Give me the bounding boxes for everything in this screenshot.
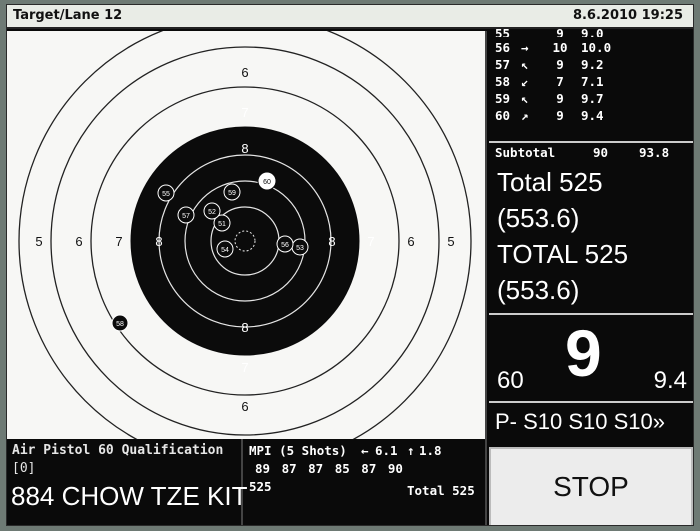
svg-text:60: 60: [263, 179, 271, 186]
score-panel: 55 9 9.0 56 → 10 10.0 57 ↖ 9 9.2 58 ↙ 7 7.1 59 ↖ 9 9.7…: [489, 26, 693, 439]
series-indicator[interactable]: P- S10 S10 S10»: [495, 409, 665, 435]
shot-row: 56 → 10 10.0: [495, 40, 612, 55]
shot-hole-54: 54: [216, 240, 234, 258]
target-graphic: 6 6 5 5 6 6 7 7 7 7 8 8 8 8 51 52 53 54 …: [18, 31, 472, 439]
svg-text:56: 56: [281, 242, 289, 249]
svg-text:54: 54: [221, 247, 229, 254]
divider: [489, 401, 693, 403]
shooter-name: 884 CHOW TZE KIT: [11, 481, 248, 511]
lane-title: Target/Lane 12: [13, 8, 123, 23]
shot-hole-60-latest: 60: [257, 171, 277, 191]
total-decimal-2: (553.6): [497, 275, 580, 305]
total-line-2: TOTAL 525: [497, 239, 629, 269]
mpi-total: Total 525: [407, 483, 475, 498]
mpi-info: MPI (5 Shots) ← 6.1 ↑ 1.8 89 87 87 85 87…: [243, 439, 487, 525]
subtotal-dec: 93.8: [639, 145, 670, 160]
shot-hole-53: 53: [291, 238, 309, 256]
direction-arrow-icon: ↖: [521, 57, 529, 72]
ring-label-7-top: 7: [241, 105, 248, 120]
shot-list: 55 9 9.0 56 → 10 10.0 57 ↖ 9 9.2 58 ↙ 7 7.1 59 ↖ 9 9.7…: [495, 26, 691, 124]
direction-arrow-icon: ↙: [521, 74, 529, 89]
shot-hole-59: 59: [223, 183, 241, 201]
shot-row: 59 ↖ 9 9.7: [495, 91, 604, 106]
mpi-y-value: 1.8: [419, 443, 442, 458]
ring-label-8-right: 8: [328, 234, 335, 249]
current-shot-score: 9: [565, 316, 602, 390]
match-info: Air Pistol 60 Qualification [0] 884 CHOW…: [7, 439, 247, 525]
svg-text:59: 59: [228, 190, 236, 197]
shot-hole-57: 57: [177, 206, 195, 224]
ring-label-7-bottom: 7: [241, 360, 248, 375]
shot-hole-55: 55: [157, 184, 175, 202]
direction-arrow-icon: ↗: [521, 108, 529, 123]
mpi-x-value: 6.1: [375, 443, 398, 458]
mpi-label: MPI (5 Shots): [249, 443, 347, 458]
shot-row: 57 ↖ 9 9.2: [495, 57, 604, 72]
subtotal-label: Subtotal: [495, 145, 556, 160]
total-line-1: Total 525: [497, 167, 603, 197]
ring-label-8-bottom: 8: [241, 320, 248, 335]
svg-text:53: 53: [296, 245, 304, 252]
mpi-x-arrow-icon: ←: [361, 443, 369, 458]
ring-label-6-bottom: 6: [241, 399, 248, 414]
shot-hole-58: 58: [111, 314, 129, 332]
direction-arrow-icon: ↖: [521, 91, 529, 106]
current-shot-number: 60: [497, 367, 524, 394]
date-time: 8.6.2010 19:25: [572, 8, 683, 23]
svg-text:52: 52: [208, 209, 216, 216]
shot-row: 60 ↗ 9 9.4: [495, 108, 604, 123]
match-name: Air Pistol 60 Qualification: [12, 443, 224, 458]
ring-label-5-left: 5: [35, 234, 42, 249]
shot-row-partial: 55 9 9.0: [495, 26, 604, 37]
svg-text:58: 58: [116, 321, 124, 328]
target-view[interactable]: 6 6 5 5 6 6 7 7 7 7 8 8 8 8 51 52 53 54 …: [7, 31, 487, 439]
mpi-y-arrow-icon: ↑: [407, 443, 415, 458]
shot-hole-52: 52: [203, 202, 221, 220]
ring-label-7-left: 7: [115, 234, 122, 249]
ring-label-8-top: 8: [241, 141, 248, 156]
ring-label-5-right: 5: [447, 234, 454, 249]
svg-text:57: 57: [182, 213, 190, 220]
series-scores: 89 87 87 85 87 90: [255, 461, 403, 476]
ring-label-6-left: 6: [75, 234, 82, 249]
scoring-screen: Target/Lane 12 8.6.2010 19:25 6 6 5 5 6 …: [6, 4, 694, 526]
ring-label-6-right: 6: [407, 234, 414, 249]
stop-button[interactable]: STOP: [489, 447, 693, 525]
ring-label-8-left: 8: [155, 234, 162, 249]
subtotal-int: 90: [593, 145, 609, 160]
direction-arrow-icon: →: [521, 40, 529, 55]
ring-label-7-right: 7: [367, 234, 374, 249]
svg-text:51: 51: [218, 221, 226, 228]
shot-hole-56: 56: [276, 235, 294, 253]
current-shot-decimal: 9.4: [653, 367, 687, 394]
bottom-bar: Air Pistol 60 Qualification [0] 884 CHOW…: [7, 439, 693, 525]
match-code: [0]: [12, 461, 36, 476]
subtotal-row: Subtotal 90 93.8: [489, 141, 693, 163]
svg-text:55: 55: [162, 191, 170, 198]
shot-row: 58 ↙ 7 7.1: [495, 74, 604, 89]
ring-label-6-top: 6: [241, 65, 248, 80]
running-total: 525: [249, 479, 272, 494]
total-decimal-1: (553.6): [497, 203, 580, 233]
